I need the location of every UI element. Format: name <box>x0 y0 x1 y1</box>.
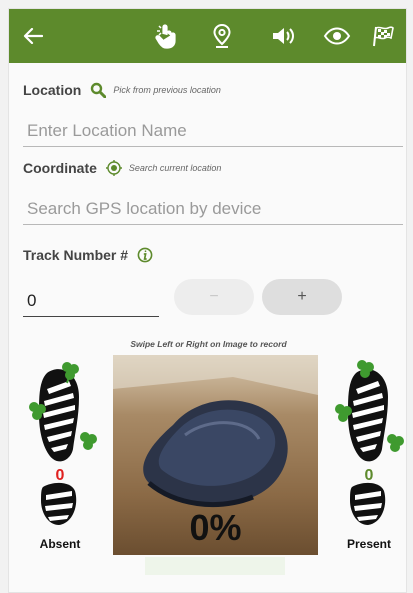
track-info-button[interactable] <box>136 246 154 264</box>
increment-button[interactable]: + <box>262 279 342 315</box>
finish-button[interactable] <box>365 9 401 63</box>
arrow-left-icon <box>23 28 43 44</box>
sound-button[interactable] <box>266 9 302 63</box>
decrement-button[interactable]: − <box>174 279 254 315</box>
location-row: Location Pick from previous location <box>23 81 221 99</box>
location-label: Location <box>23 82 82 98</box>
track-number-input[interactable] <box>23 285 159 316</box>
boot-sole-icon <box>335 360 404 525</box>
location-hint[interactable]: Pick from previous location <box>113 85 221 95</box>
map-pin-icon <box>213 24 231 48</box>
absent-count: 0 <box>55 467 65 484</box>
present-panel[interactable]: 0 Present <box>326 355 406 555</box>
track-number-label: Track Number # <box>23 247 129 263</box>
swipe-percent: 0% <box>189 507 242 548</box>
coordinate-field[interactable] <box>23 193 403 225</box>
touch-mode-button[interactable] <box>148 9 184 63</box>
coordinate-label: Coordinate <box>23 160 97 176</box>
gps-search-input[interactable] <box>23 193 403 224</box>
pick-location-button[interactable] <box>89 81 107 99</box>
back-button[interactable] <box>15 9 51 63</box>
view-button[interactable] <box>319 9 355 63</box>
info-icon <box>137 247 153 263</box>
location-button[interactable] <box>204 9 240 63</box>
track-number-field[interactable] <box>23 285 159 317</box>
speaker-icon <box>273 28 294 44</box>
search-icon <box>91 82 107 98</box>
location-field[interactable] <box>23 115 403 147</box>
track-row: Track Number # <box>23 246 154 264</box>
boot-sole-icon <box>29 362 97 525</box>
locate-button[interactable] <box>105 159 123 177</box>
swipe-image[interactable]: 0% <box>113 355 318 555</box>
present-label[interactable]: Present <box>326 537 406 551</box>
present-count: 0 <box>364 467 374 484</box>
touch-hand-icon <box>155 24 176 49</box>
eye-icon <box>323 27 351 45</box>
coordinate-hint[interactable]: Search current location <box>129 163 222 173</box>
absent-label[interactable]: Absent <box>17 537 103 551</box>
image-progress-strip <box>145 557 285 575</box>
coordinate-row: Coordinate Search current location <box>23 159 221 177</box>
gps-target-icon <box>105 160 122 176</box>
checkered-flag-icon <box>373 26 394 47</box>
location-input[interactable] <box>23 115 403 146</box>
app-screen: Location Pick from previous location Coo… <box>8 8 407 593</box>
swipe-hint: Swipe Left or Right on Image to record <box>130 339 287 349</box>
top-app-bar <box>9 9 406 63</box>
absent-panel[interactable]: 0 Absent <box>17 355 103 555</box>
